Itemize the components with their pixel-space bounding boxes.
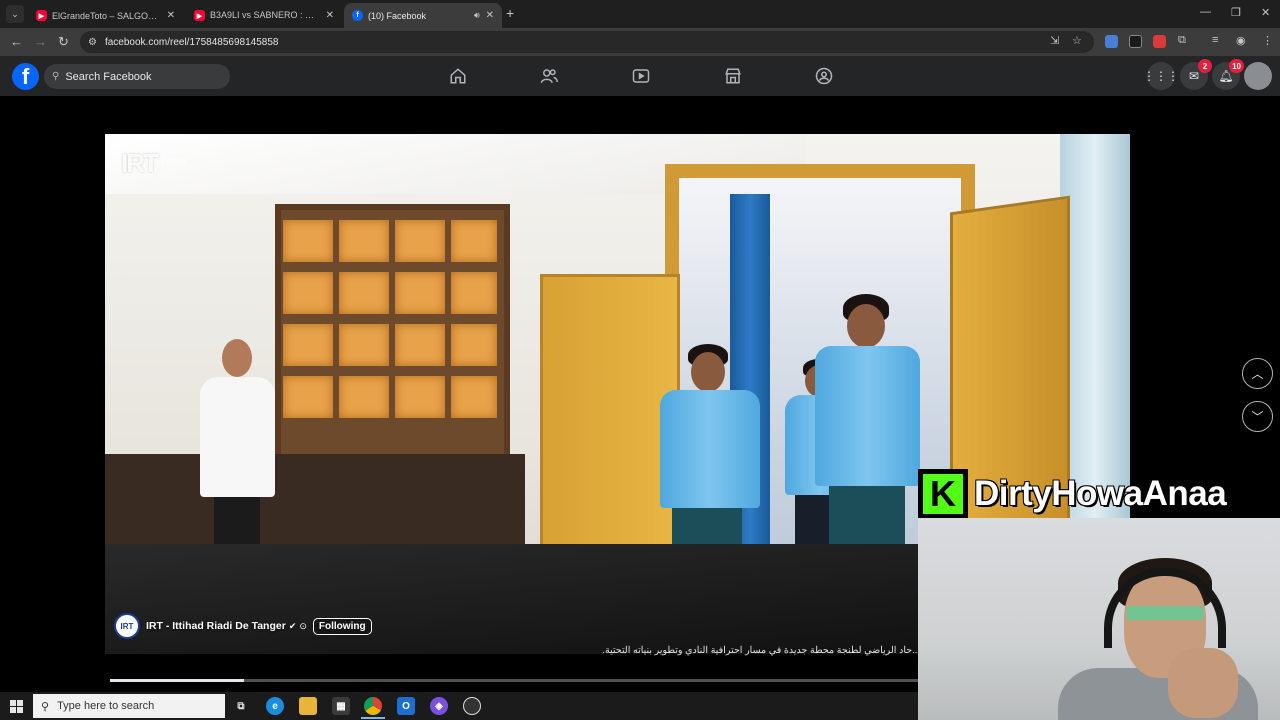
previous-reel-button[interactable]: ︿: [1242, 358, 1273, 389]
task-view-icon[interactable]: ⧉: [232, 697, 250, 715]
edge-icon[interactable]: e: [266, 697, 284, 715]
taskbar-search[interactable]: ⚲: [33, 694, 225, 718]
close-tab-icon[interactable]: ✕: [326, 10, 334, 21]
account-avatar[interactable]: [1244, 62, 1272, 90]
close-tab-icon[interactable]: ✕: [486, 10, 494, 21]
messenger-badge: 2: [1198, 59, 1212, 73]
install-app-icon[interactable]: ⇲: [1050, 34, 1059, 47]
groups-icon[interactable]: [815, 67, 833, 85]
windows-taskbar: ⚲ ⧉ e ▦ O ◈: [0, 692, 918, 720]
following-button[interactable]: Following: [312, 617, 372, 635]
extension-icon[interactable]: [1153, 35, 1166, 48]
video-shelf: [275, 204, 510, 494]
reel-progress-fill: [110, 679, 244, 682]
reel-caption[interactable]: ...حاد الرياضي لطنجة محطة جديدة في مسار …: [598, 645, 920, 656]
forward-button[interactable]: →: [34, 34, 47, 49]
globe-icon: ⊙: [299, 620, 307, 631]
verified-icon: ✔: [288, 620, 297, 631]
video-watermark-logo: IRT: [121, 148, 159, 178]
page-name[interactable]: IRT - Ittihad Riadi De Tanger: [146, 620, 286, 632]
streamer-overlay: K DirtyHowaAnaa: [918, 468, 1280, 520]
reading-list-icon[interactable]: ≡: [1212, 34, 1218, 46]
tab-title: B3A9LI vs SABNERO : ح للأحداث: [210, 10, 320, 20]
extension-icon[interactable]: [1129, 35, 1142, 48]
kick-logo-icon: K: [918, 469, 968, 519]
messenger-icon[interactable]: ✉︎ 2: [1180, 59, 1212, 90]
speaker-icon[interactable]: 🔊︎: [474, 10, 480, 21]
outlook-icon[interactable]: O: [397, 697, 415, 715]
reload-button[interactable]: ↻: [58, 34, 69, 50]
webcam-feed: [918, 518, 1280, 720]
video-watermark-subtitle: Team: [161, 156, 188, 166]
youtube-icon: ▶: [36, 10, 47, 21]
profile-icon[interactable]: ◉: [1236, 34, 1246, 47]
next-reel-button[interactable]: ﹀: [1242, 401, 1273, 432]
video-counter: [105, 454, 525, 544]
back-button[interactable]: ←: [10, 34, 23, 49]
active-app-indicator: [361, 717, 385, 719]
page-avatar[interactable]: IRT: [114, 613, 140, 639]
friends-icon[interactable]: [540, 67, 558, 85]
tab-search-button[interactable]: ⌄: [6, 5, 24, 23]
bookmark-star-icon[interactable]: ☆: [1072, 34, 1082, 47]
messenger-app-icon[interactable]: ◈: [430, 697, 448, 715]
chrome-icon[interactable]: [364, 697, 382, 715]
chrome-menu-icon[interactable]: ⋮: [1262, 34, 1273, 47]
facebook-search-input[interactable]: [65, 70, 216, 83]
address-bar[interactable]: ⚙︎ facebook.com/reel/1758485698145858: [80, 31, 1094, 53]
tab-title: ElGrandeToto – SALGOAT Vol. 2: [52, 10, 161, 21]
facebook-header: f ⚲ ⋮⋮⋮ ✉︎ 2 🔔︎ 10: [0, 56, 1280, 96]
url-text: facebook.com/reel/1758485698145858: [104, 36, 279, 48]
home-icon[interactable]: [449, 67, 467, 85]
translate-extension-icon[interactable]: [1105, 35, 1118, 48]
browser-toolbar: ← → ↻ ⚙︎ facebook.com/reel/1758485698145…: [0, 28, 1280, 56]
reel-author: IRT IRT - Ittihad Riadi De Tanger ✔ ⊙ Fo…: [114, 612, 372, 640]
minimize-icon[interactable]: —: [1200, 6, 1211, 18]
store-icon[interactable]: ▦: [332, 697, 350, 715]
tab-title: (10) Facebook: [368, 10, 427, 21]
restore-icon[interactable]: ❐: [1231, 6, 1241, 19]
marketplace-icon[interactable]: [724, 67, 742, 85]
youtube-icon: ▶: [194, 10, 205, 21]
streamer-name: DirtyHowaAnaa: [974, 474, 1227, 513]
facebook-icon: f: [352, 10, 363, 21]
browser-tab-3[interactable]: f (10) Facebook 🔊︎ ✕: [344, 3, 502, 28]
facebook-search[interactable]: ⚲: [44, 64, 230, 89]
windows-start-icon[interactable]: [10, 700, 23, 713]
taskbar-search-input[interactable]: [57, 700, 218, 712]
close-tab-icon[interactable]: ✕: [167, 10, 175, 21]
facebook-logo[interactable]: f: [12, 63, 39, 90]
menu-grid-icon[interactable]: ⋮⋮⋮: [1143, 62, 1179, 90]
browser-tab-1[interactable]: ▶ ElGrandeToto – SALGOAT Vol. 2 ✕: [28, 3, 183, 28]
site-info-icon[interactable]: ⚙︎: [88, 37, 97, 48]
video-person-chef: [200, 339, 275, 567]
extensions-puzzle-icon[interactable]: ⧉: [1178, 34, 1186, 47]
browser-tab-2[interactable]: ▶ B3A9LI vs SABNERO : ح للأحداث ✕: [186, 3, 342, 28]
browser-tab-strip: ⌄ ▶ ElGrandeToto – SALGOAT Vol. 2 ✕ ▶ B3…: [0, 0, 1280, 28]
new-tab-button[interactable]: +: [506, 5, 514, 21]
close-window-icon[interactable]: ✕: [1261, 6, 1270, 19]
notifications-icon[interactable]: 🔔︎ 10: [1212, 59, 1244, 90]
search-icon: ⚲: [52, 71, 60, 82]
obs-icon[interactable]: [463, 697, 481, 715]
reel-progress-bar[interactable]: [110, 679, 920, 682]
search-icon: ⚲: [41, 700, 50, 713]
file-explorer-icon[interactable]: [299, 697, 317, 715]
notifications-badge: 10: [1229, 59, 1244, 73]
video-icon[interactable]: [632, 67, 650, 85]
